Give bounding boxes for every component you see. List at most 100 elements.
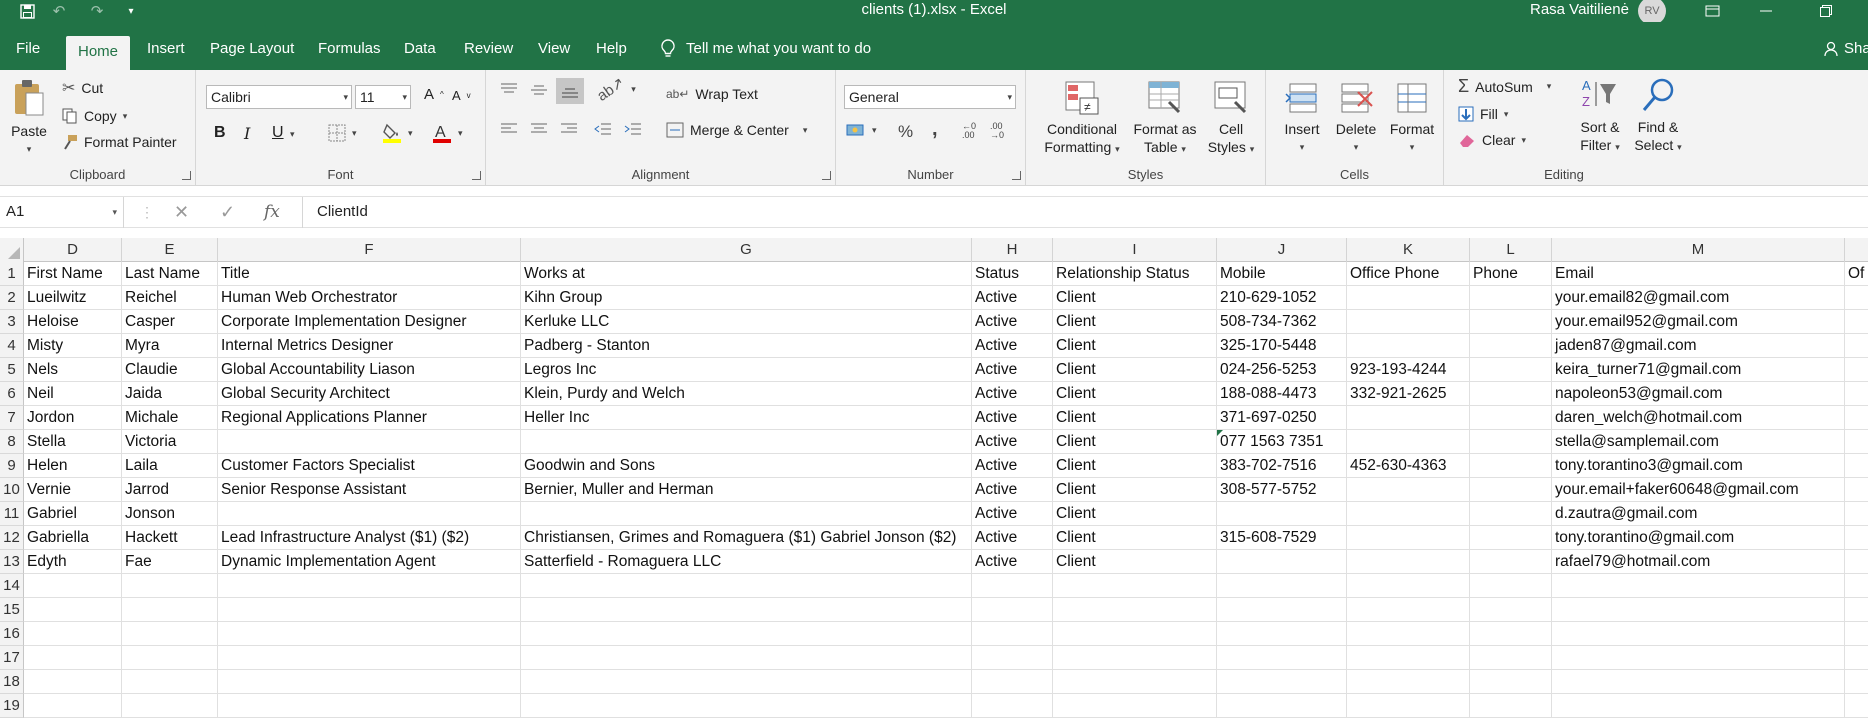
table-cell[interactable] <box>1053 622 1217 646</box>
table-cell[interactable]: Gabriel <box>24 502 122 526</box>
tab-view[interactable]: View <box>526 34 582 70</box>
row-header[interactable]: 6 <box>0 382 24 406</box>
table-cell[interactable]: Padberg - Stanton <box>521 334 972 358</box>
table-cell[interactable] <box>1470 478 1552 502</box>
table-cell[interactable] <box>1053 598 1217 622</box>
comma-button[interactable]: , <box>932 118 938 141</box>
table-cell[interactable]: Client <box>1053 310 1217 334</box>
table-cell[interactable]: keira_turner71@gmail.com <box>1552 358 1845 382</box>
table-cell[interactable] <box>1470 694 1552 718</box>
table-cell[interactable]: stella@samplemail.com <box>1552 430 1845 454</box>
format-as-table-button[interactable]: Format as Table ▾ <box>1130 80 1200 158</box>
table-cell[interactable]: jaden87@gmail.com <box>1552 334 1845 358</box>
table-cell[interactable] <box>1347 574 1470 598</box>
table-cell[interactable]: Active <box>972 550 1053 574</box>
table-cell[interactable]: Active <box>972 502 1053 526</box>
table-cell[interactable]: Corporate Implementation Designer <box>218 310 521 334</box>
alignment-launcher-icon[interactable] <box>822 171 831 180</box>
table-cell[interactable] <box>1470 454 1552 478</box>
delete-cells-button[interactable]: Delete ▾ <box>1330 80 1382 156</box>
header-cell[interactable]: Last Name <box>122 262 218 286</box>
table-cell[interactable] <box>1470 286 1552 310</box>
row-header[interactable]: 5 <box>0 358 24 382</box>
table-cell[interactable] <box>972 574 1053 598</box>
table-cell[interactable] <box>1217 574 1347 598</box>
table-cell[interactable] <box>1470 406 1552 430</box>
user-name[interactable]: Rasa Vaitilienė <box>1530 1 1629 18</box>
table-cell[interactable]: 308-577-5752 <box>1217 478 1347 502</box>
table-cell[interactable] <box>24 694 122 718</box>
table-cell[interactable] <box>1217 694 1347 718</box>
insert-cells-button[interactable]: Insert ▾ <box>1278 80 1326 156</box>
table-cell[interactable]: Claudie <box>122 358 218 382</box>
autosum-button[interactable]: Σ AutoSum ▾ <box>1458 76 1551 97</box>
table-cell[interactable] <box>218 694 521 718</box>
table-cell[interactable]: 325-170-5448 <box>1217 334 1347 358</box>
table-cell[interactable]: Fae <box>122 550 218 574</box>
table-cell[interactable]: your.email+faker60648@gmail.com <box>1552 478 1845 502</box>
table-cell[interactable]: Michale <box>122 406 218 430</box>
copy-dropdown-icon[interactable]: ▾ <box>123 111 128 122</box>
table-cell[interactable] <box>1552 622 1845 646</box>
table-cell[interactable]: Jordon <box>24 406 122 430</box>
table-cell[interactable]: Legros Inc <box>521 358 972 382</box>
table-cell[interactable] <box>521 670 972 694</box>
table-cell[interactable] <box>218 670 521 694</box>
table-cell[interactable] <box>1470 646 1552 670</box>
row-header[interactable]: 4 <box>0 334 24 358</box>
table-cell[interactable]: 024-256-5253 <box>1217 358 1347 382</box>
table-cell[interactable] <box>1845 694 1868 718</box>
ribbon-display-options-icon[interactable] <box>1692 0 1732 22</box>
formula-input[interactable]: ClientId <box>302 197 368 228</box>
restore-icon[interactable] <box>1806 0 1846 22</box>
table-cell[interactable]: Bernier, Muller and Herman <box>521 478 972 502</box>
enter-icon[interactable]: ✓ <box>220 197 235 228</box>
table-cell[interactable] <box>24 574 122 598</box>
header-cell[interactable]: Status <box>972 262 1053 286</box>
table-cell[interactable] <box>1470 550 1552 574</box>
percent-button[interactable]: % <box>898 122 913 142</box>
accounting-format-button[interactable]: ▾ <box>846 122 877 138</box>
table-cell[interactable]: Klein, Purdy and Welch <box>521 382 972 406</box>
table-cell[interactable] <box>1470 574 1552 598</box>
table-cell[interactable]: 077 1563 7351 <box>1217 430 1347 454</box>
header-cell[interactable]: Of <box>1845 262 1868 286</box>
table-cell[interactable]: Gabriella <box>24 526 122 550</box>
table-cell[interactable] <box>1217 550 1347 574</box>
table-cell[interactable]: Active <box>972 310 1053 334</box>
table-cell[interactable]: Kihn Group <box>521 286 972 310</box>
table-cell[interactable]: Client <box>1053 334 1217 358</box>
table-cell[interactable]: Global Security Architect <box>218 382 521 406</box>
underline-dropdown-icon[interactable]: ▾ <box>290 129 295 140</box>
tab-formulas[interactable]: Formulas <box>306 34 393 70</box>
table-cell[interactable] <box>122 574 218 598</box>
table-cell[interactable]: Vernie <box>24 478 122 502</box>
table-cell[interactable]: Active <box>972 358 1053 382</box>
decrease-font-icon[interactable]: Av <box>452 88 471 103</box>
table-cell[interactable] <box>1470 310 1552 334</box>
table-cell[interactable] <box>1347 550 1470 574</box>
table-cell[interactable]: Active <box>972 382 1053 406</box>
column-header-d[interactable]: D <box>24 238 122 262</box>
table-cell[interactable]: Jarrod <box>122 478 218 502</box>
bold-button[interactable]: B <box>214 124 226 142</box>
table-cell[interactable]: tony.torantino@gmail.com <box>1552 526 1845 550</box>
table-cell[interactable] <box>218 430 521 454</box>
header-cell[interactable]: Phone <box>1470 262 1552 286</box>
table-cell[interactable] <box>1845 478 1868 502</box>
minimize-icon[interactable] <box>1746 0 1786 22</box>
table-cell[interactable] <box>1347 430 1470 454</box>
row-header[interactable]: 19 <box>0 694 24 718</box>
increase-font-icon[interactable]: A ^ <box>424 86 444 103</box>
header-cell[interactable]: Email <box>1552 262 1845 286</box>
cell-styles-button[interactable]: Cell Styles ▾ <box>1202 80 1260 158</box>
table-cell[interactable]: Client <box>1053 430 1217 454</box>
table-cell[interactable]: your.email82@gmail.com <box>1552 286 1845 310</box>
table-cell[interactable] <box>218 622 521 646</box>
table-cell[interactable]: Dynamic Implementation Agent <box>218 550 521 574</box>
table-cell[interactable] <box>1470 622 1552 646</box>
row-header[interactable]: 12 <box>0 526 24 550</box>
table-cell[interactable] <box>521 622 972 646</box>
share-button[interactable]: Sha <box>1824 34 1868 64</box>
table-cell[interactable]: Kerluke LLC <box>521 310 972 334</box>
